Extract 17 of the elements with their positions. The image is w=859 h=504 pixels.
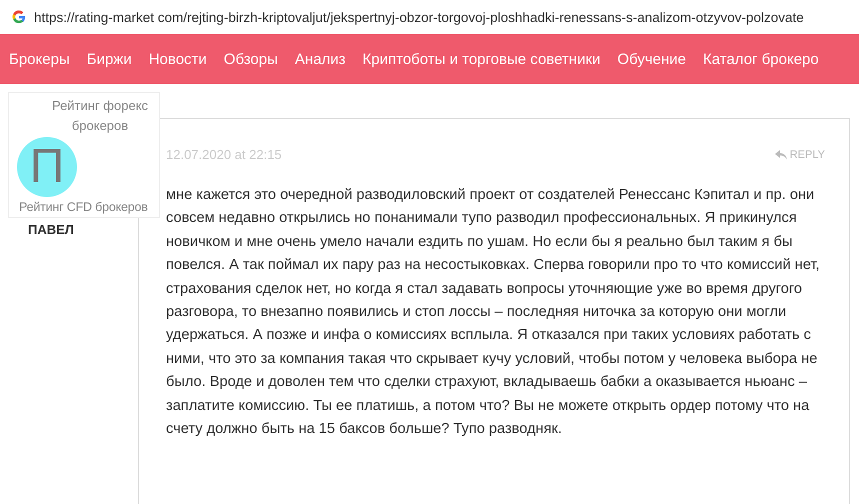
reply-link[interactable]: REPLY [774, 148, 825, 160]
nav-link[interactable]: Обучение [617, 50, 686, 68]
nav-link[interactable]: Новости [148, 50, 207, 68]
nav-link[interactable]: Брокеры [9, 50, 70, 68]
nav-link[interactable]: Анализ [294, 50, 346, 68]
menu-link[interactable]: Рейтинг CFD брокеров [19, 197, 148, 217]
comment-text: мне кажется это очередной разводиловский проект от создателей Ренессанс Кэпитал и пр. они совсем недавно открылись но понанимали тупо разводил профессиональных. Я прикинулся новичком и мне очень умело начали ездить по ушам. Но если бы я реально был таким я бы повелся. А так поймал их пару раз на несостыковках. Сперва говорили про то что комиссий нет, страхования сделок нет, но когда я стал задавать вопросы уточняющие уже во время другого разговора, то внезапно появились и стоп лоссы – последняя ниточка за которую они могли удержаться. А позже и инфа о комиссиях всплыла. Я отказался при таких условиях работать с ними, что это за компания такая что скрывает кучу условий, чтобы потом у человека выбора не было. Вроде и доволен тем что сделки страхуют, вкладываешь бабки а оказывается ньюанс – заплатите комиссию. Ты ее платишь, а потом что? Вы не можете открыть ордер потому что на счету должно быть на 15 баксов больше? Тупо разводняк. [166, 186, 821, 440]
google-icon [12, 10, 26, 24]
nav-link[interactable]: Каталог брокеро [703, 50, 819, 68]
nav-link[interactable]: Обзоры [224, 50, 278, 68]
author-name: ПАВЕЛ [28, 222, 74, 237]
reply-icon [774, 150, 787, 160]
menu-link[interactable]: Рейтинг форекс брокеров [45, 96, 155, 136]
nav-link[interactable]: Биржи [86, 50, 132, 68]
avatar: П [17, 137, 77, 197]
nav-link[interactable]: Криптоботы и торговые советники [362, 50, 600, 68]
url-text: https://rating-market com/rejting-birzh-kriptovaljut/jekspertnyj-obzor-torgovoj-ploshhadki-renessans-s-analizom-otzyvov-polzovate [34, 10, 804, 24]
